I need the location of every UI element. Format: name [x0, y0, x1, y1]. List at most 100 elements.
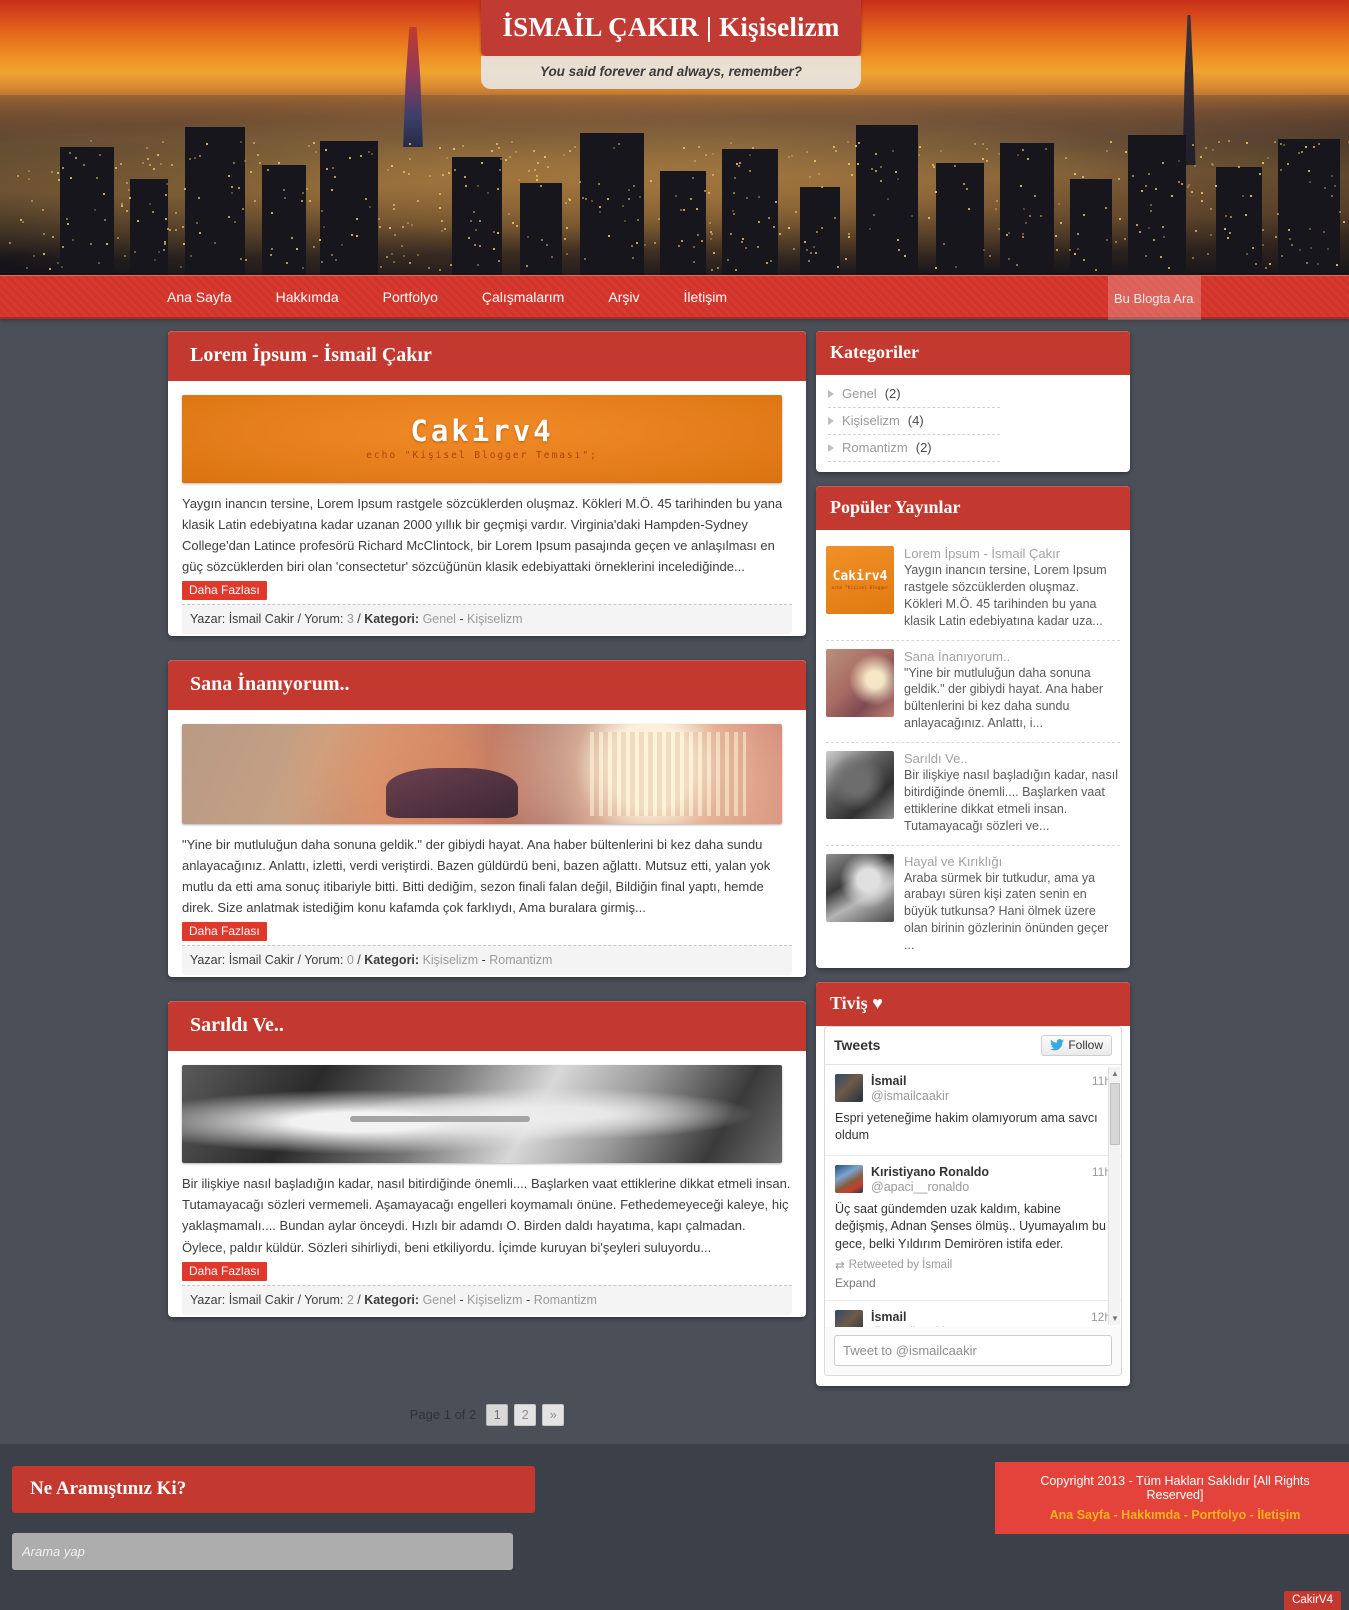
tweet-author-handle[interactable]: @ismailcaakir — [871, 1089, 1084, 1104]
post-category-link[interactable]: Romantizm — [534, 1293, 597, 1307]
popular-post-item[interactable]: Sarıldı Ve.. Bir ilişkiye nasıl başladığı… — [826, 743, 1120, 846]
popular-post-title[interactable]: Hayal ve Kırıklığı — [904, 854, 1120, 869]
window-light — [727, 259, 729, 261]
nav-item-0[interactable]: Ana Sayfa — [145, 275, 254, 319]
window-light — [613, 147, 615, 149]
post-title[interactable]: Lorem İpsum - İsmail Çakır — [190, 344, 806, 367]
category-link[interactable]: Genel — [842, 386, 877, 401]
popular-post-title[interactable]: Sarıldı Ve.. — [904, 751, 1120, 766]
nav-item-3[interactable]: Çalışmalarım — [460, 275, 586, 319]
post-title[interactable]: Sarıldı Ve.. — [190, 1014, 806, 1037]
tweet-avatar[interactable] — [835, 1310, 863, 1327]
post-category-link[interactable]: Romantizm — [489, 953, 552, 967]
tweet-stream[interactable]: İsmail @ismailcaakir 11h Espri yeteneğime h… — [825, 1065, 1121, 1327]
window-light — [165, 218, 167, 220]
tweet[interactable]: İsmail @ismailcaakir 11h Espri yeteneğime h… — [825, 1065, 1121, 1156]
nav-item-4[interactable]: Arşiv — [586, 275, 661, 319]
tweet-compose-input[interactable] — [834, 1335, 1112, 1366]
window-light — [117, 237, 119, 239]
tweet-author-name[interactable]: Kıristiyano Ronaldo — [871, 1165, 1084, 1180]
window-light — [1298, 152, 1300, 154]
window-light — [242, 208, 244, 210]
popular-post-item[interactable]: Sana İnanıyorum.. "Yine bir mutluluğun da… — [826, 641, 1120, 744]
building — [660, 171, 706, 275]
tweet-author-handle[interactable]: @ismailcaakir — [871, 1325, 1083, 1327]
scrollbar-thumb[interactable] — [1110, 1083, 1120, 1145]
tweet-expand-link[interactable]: Expand — [835, 1276, 1111, 1290]
window-light — [190, 255, 192, 257]
window-light — [546, 244, 548, 246]
pagination-next[interactable]: » — [542, 1404, 564, 1426]
window-light — [72, 239, 74, 241]
footer-link-0[interactable]: Ana Sayfa — [1050, 1508, 1110, 1522]
pagination-page-2[interactable]: 2 — [514, 1404, 536, 1426]
footer-link-2[interactable]: Portfolyo — [1191, 1508, 1246, 1522]
popular-post-thumbnail[interactable] — [826, 854, 894, 922]
window-light — [214, 242, 216, 244]
nav-item-5[interactable]: İletişim — [661, 275, 749, 319]
header-search[interactable] — [1108, 276, 1201, 320]
tweet-avatar[interactable] — [835, 1165, 863, 1193]
window-light — [52, 236, 54, 238]
category-list: Genel (2) Kişiselizm (4) Romantizm (2) — [816, 375, 1130, 472]
pagination-page-1[interactable]: 1 — [486, 1404, 508, 1426]
nav-item-2[interactable]: Portfolyo — [361, 275, 460, 319]
window-light — [541, 239, 543, 241]
popular-post-item[interactable]: Hayal ve Kırıklığı Araba sürmek bir tutku… — [826, 846, 1120, 964]
tweet-author-name[interactable]: İsmail — [871, 1074, 1084, 1089]
category-item[interactable]: Kişiselizm (4) — [828, 408, 1000, 435]
window-light — [1339, 211, 1341, 213]
read-more-button[interactable]: Daha Fazlası — [182, 1262, 267, 1281]
window-light — [622, 205, 624, 207]
post-image[interactable]: Cakirv4 echo "Kişisel Blogger Teması"; — [182, 395, 782, 483]
tweet-avatar[interactable] — [835, 1074, 863, 1102]
read-more-button[interactable]: Daha Fazlası — [182, 922, 267, 941]
window-light — [683, 209, 685, 211]
popular-post-item[interactable]: Cakirv4 echo "Kişisel Blogger Lorem İpsum … — [826, 538, 1120, 641]
theme-badge[interactable]: CakirV4 — [1284, 1591, 1341, 1610]
category-link[interactable]: Romantizm — [842, 440, 908, 455]
popular-post-thumbnail[interactable] — [826, 751, 894, 819]
tweet-author-name[interactable]: İsmail — [871, 1310, 1083, 1325]
post-category-link[interactable]: Kişiselizm — [423, 953, 479, 967]
category-item[interactable]: Romantizm (2) — [828, 435, 1000, 462]
window-light — [165, 194, 167, 196]
scroll-up-icon[interactable]: ▲ — [1110, 1069, 1120, 1078]
tweet-scrollbar[interactable]: ▲ ▼ — [1108, 1067, 1120, 1325]
post-category-link[interactable]: Kişiselizm — [467, 1293, 523, 1307]
tweet[interactable]: İsmail@ismailcaakir12h — [825, 1301, 1121, 1327]
window-light — [1150, 210, 1152, 212]
nav-item-1[interactable]: Hakkımda — [254, 275, 361, 319]
popular-post-title[interactable]: Lorem İpsum - İsmail Çakır — [904, 546, 1120, 561]
window-light — [713, 252, 715, 254]
tweet-author-handle[interactable]: @apaci__ronaldo — [871, 1180, 1084, 1195]
popular-post-title[interactable]: Sana İnanıyorum.. — [904, 649, 1120, 664]
window-light — [417, 200, 419, 202]
window-light — [717, 267, 719, 269]
window-light — [633, 185, 635, 187]
post-category-link[interactable]: Genel — [423, 612, 456, 626]
search-input[interactable] — [1108, 276, 1201, 320]
category-item[interactable]: Genel (2) — [828, 381, 1000, 408]
window-light — [1211, 163, 1213, 165]
window-light — [323, 226, 325, 228]
tweet[interactable]: Kıristiyano Ronaldo @apaci__ronaldo 11h Üç … — [825, 1156, 1121, 1302]
scroll-down-icon[interactable]: ▼ — [1110, 1314, 1120, 1323]
popular-post-thumbnail[interactable]: Cakirv4 echo "Kişisel Blogger — [826, 546, 894, 614]
read-more-button[interactable]: Daha Fazlası — [182, 581, 267, 600]
footer-link-3[interactable]: İletişim — [1257, 1508, 1300, 1522]
footer-link-1[interactable]: Hakkımda — [1121, 1508, 1180, 1522]
follow-button[interactable]: Follow — [1041, 1035, 1112, 1056]
post-image[interactable] — [182, 1065, 782, 1163]
category-link[interactable]: Kişiselizm — [842, 413, 900, 428]
post-title[interactable]: Sana İnanıyorum.. — [190, 673, 806, 696]
popular-post-thumbnail[interactable] — [826, 649, 894, 717]
post-category-link[interactable]: Genel — [423, 1293, 456, 1307]
footer-search-input[interactable] — [12, 1533, 513, 1570]
popular-post-snippet: Araba sürmek bir tutkudur, ama ya arabay… — [904, 870, 1120, 954]
window-light — [331, 254, 333, 256]
window-light — [1192, 257, 1194, 259]
tweet-compose[interactable] — [825, 1327, 1121, 1375]
post-image[interactable] — [182, 724, 782, 824]
post-category-link[interactable]: Kişiselizm — [467, 612, 523, 626]
